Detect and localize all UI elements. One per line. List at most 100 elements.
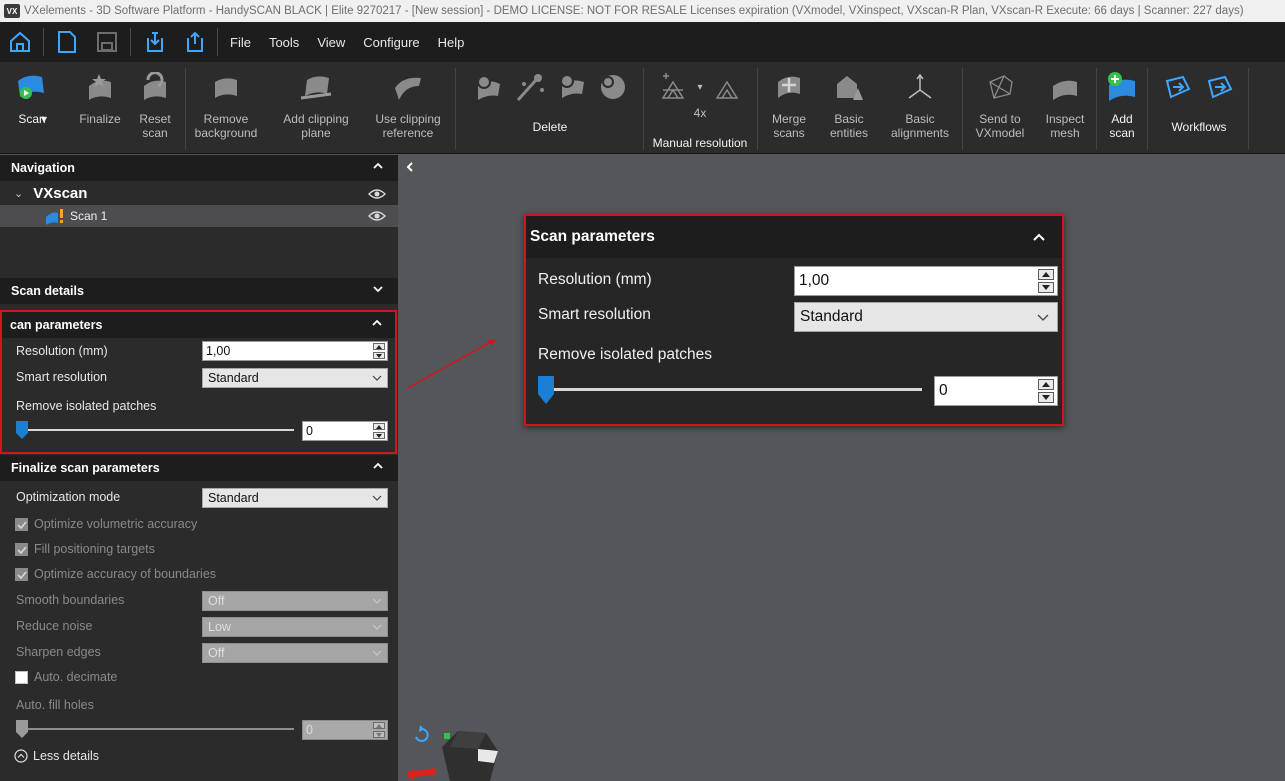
remove-isolated-spinner[interactable] [373,423,385,439]
resolution-reduce-icon [715,80,738,99]
send-to-vxmodel-button[interactable]: Send to VXmodel [968,62,1032,152]
zoom-resolution-spinner[interactable] [1038,269,1054,293]
menu-configure[interactable]: Configure [354,35,428,50]
sharpen-edges-select[interactable]: Off [202,643,388,663]
spin-down-icon[interactable] [373,731,385,738]
slider-thumb-icon[interactable] [16,720,28,738]
tree-root-vxscan[interactable]: ⌄ VXscan [0,182,398,205]
basic-alignments-button[interactable]: Basic alignments [884,62,956,152]
spin-up-icon[interactable] [373,722,385,729]
tree-item-scan-1[interactable]: Scan 1 [0,205,398,227]
scan-button[interactable]: Scan [6,62,58,152]
menu-file[interactable]: File [221,35,260,50]
vx-logo-icon: VX [4,4,20,18]
slider-thumb-icon[interactable] [538,376,554,404]
finalize-button[interactable]: Finalize [74,62,126,152]
remove-isolated-slider[interactable] [20,429,294,431]
basic-entities-button[interactable]: Basic entities [824,62,874,152]
auto-decimate-label: Auto. decimate [34,670,118,684]
separator [130,28,131,56]
collapse-circle-icon [14,749,28,763]
fill-targets-checkbox[interactable] [15,543,28,556]
chevron-up-icon[interactable] [372,160,384,172]
optimization-mode-select[interactable]: Standard [202,488,388,508]
chevron-down-icon [1037,314,1049,321]
spin-up-icon[interactable] [373,423,385,430]
delete-group[interactable]: Delete [460,62,640,152]
use-clipping-reference-button[interactable]: Use clipping reference [364,62,452,152]
collapse-panel-icon[interactable] [405,161,415,173]
zoom-remove-isolated-input[interactable]: 0 [934,376,1058,406]
zoom-smart-resolution-select[interactable]: Standard [794,302,1058,332]
slider-thumb-icon[interactable] [16,421,28,439]
window-title: VXelements - 3D Software Platform - Hand… [24,5,1244,17]
eye-icon[interactable] [368,188,386,200]
add-clipping-plane-button[interactable]: Add clipping plane [272,62,360,152]
zoom-scan-parameters-header[interactable]: Scan parameters [526,216,1062,258]
scan-details-header[interactable]: Scan details [0,278,398,304]
remove-background-button[interactable]: Remove background [190,62,262,152]
resolution-spinner[interactable] [373,343,385,359]
chevron-down-icon [372,375,382,381]
smart-resolution-select[interactable]: Standard [202,368,388,388]
new-file-icon[interactable] [47,22,87,62]
zoom-remove-isolated-spinner[interactable] [1038,379,1054,403]
clipping-plane-icon [299,62,333,112]
spin-up-icon[interactable] [1038,269,1054,280]
less-details-link[interactable]: Less details [14,749,99,763]
spin-down-icon[interactable] [373,352,385,359]
auto-decimate-checkbox[interactable] [15,671,28,684]
merge-scans-icon [774,62,804,112]
zoom-resolution-label: Resolution (mm) [538,271,652,288]
menu-view[interactable]: View [308,35,354,50]
manual-resolution-group[interactable]: ▾ 4x Manual resolution [646,62,754,152]
spin-down-icon[interactable] [373,432,385,439]
workflows-group[interactable]: Workflows [1152,62,1246,152]
scan-parameters-header[interactable]: can parameters [2,312,395,338]
inspect-mesh-icon [1049,62,1081,112]
chevron-down-icon [372,624,382,630]
inspect-mesh-button[interactable]: Inspect mesh [1040,62,1090,152]
basic-entities-icon [833,62,865,112]
add-scan-button[interactable]: Add scan [1100,62,1144,152]
home-icon[interactable] [0,22,40,62]
chevron-up-icon[interactable] [371,317,383,329]
remove-isolated-input[interactable]: 0 [302,421,388,441]
auto-fill-holes-slider[interactable] [20,728,294,730]
resolution-label: Resolution (mm) [16,344,108,358]
auto-fill-holes-input[interactable]: 0 [302,720,388,740]
chevron-down-icon[interactable] [372,283,384,295]
separator [43,28,44,56]
navigation-header[interactable]: Navigation [0,155,398,181]
menu-help[interactable]: Help [429,35,474,50]
spin-up-icon[interactable] [1038,379,1054,390]
chevron-up-icon[interactable] [372,460,384,472]
menu-tools[interactable]: Tools [260,35,308,50]
scan-dropdown-icon[interactable]: ▾ [38,62,50,152]
chevron-up-icon[interactable] [1032,231,1046,243]
resolution-4x-icon [662,73,685,99]
orientation-cube-icon[interactable] [406,719,506,781]
reset-scan-button[interactable]: Reset scan [130,62,180,152]
auto-fill-holes-spinner[interactable] [373,722,385,738]
export-icon[interactable] [174,22,214,62]
import-icon[interactable] [134,22,174,62]
merge-scans-button[interactable]: Merge scans [764,62,814,152]
spin-down-icon[interactable] [1038,282,1054,293]
send-to-vxmodel-icon [984,62,1016,112]
resolution-input[interactable]: 1,00 [202,341,388,361]
delete-sphere-icon [601,75,625,99]
spin-up-icon[interactable] [373,343,385,350]
zoom-remove-isolated-slider[interactable] [542,388,922,391]
smooth-boundaries-label: Smooth boundaries [16,593,125,607]
zoom-resolution-input[interactable]: 1,00 [794,266,1058,296]
eye-icon[interactable] [368,210,386,222]
spin-down-icon[interactable] [1038,392,1054,403]
reduce-noise-select[interactable]: Low [202,617,388,637]
finalize-parameters-header[interactable]: Finalize scan parameters [0,455,398,481]
save-icon[interactable] [87,22,127,62]
optimize-volumetric-checkbox[interactable] [15,518,28,531]
smooth-boundaries-select[interactable]: Off [202,591,388,611]
chevron-down-icon[interactable]: ⌄ [14,187,23,200]
optimize-boundaries-checkbox[interactable] [15,568,28,581]
